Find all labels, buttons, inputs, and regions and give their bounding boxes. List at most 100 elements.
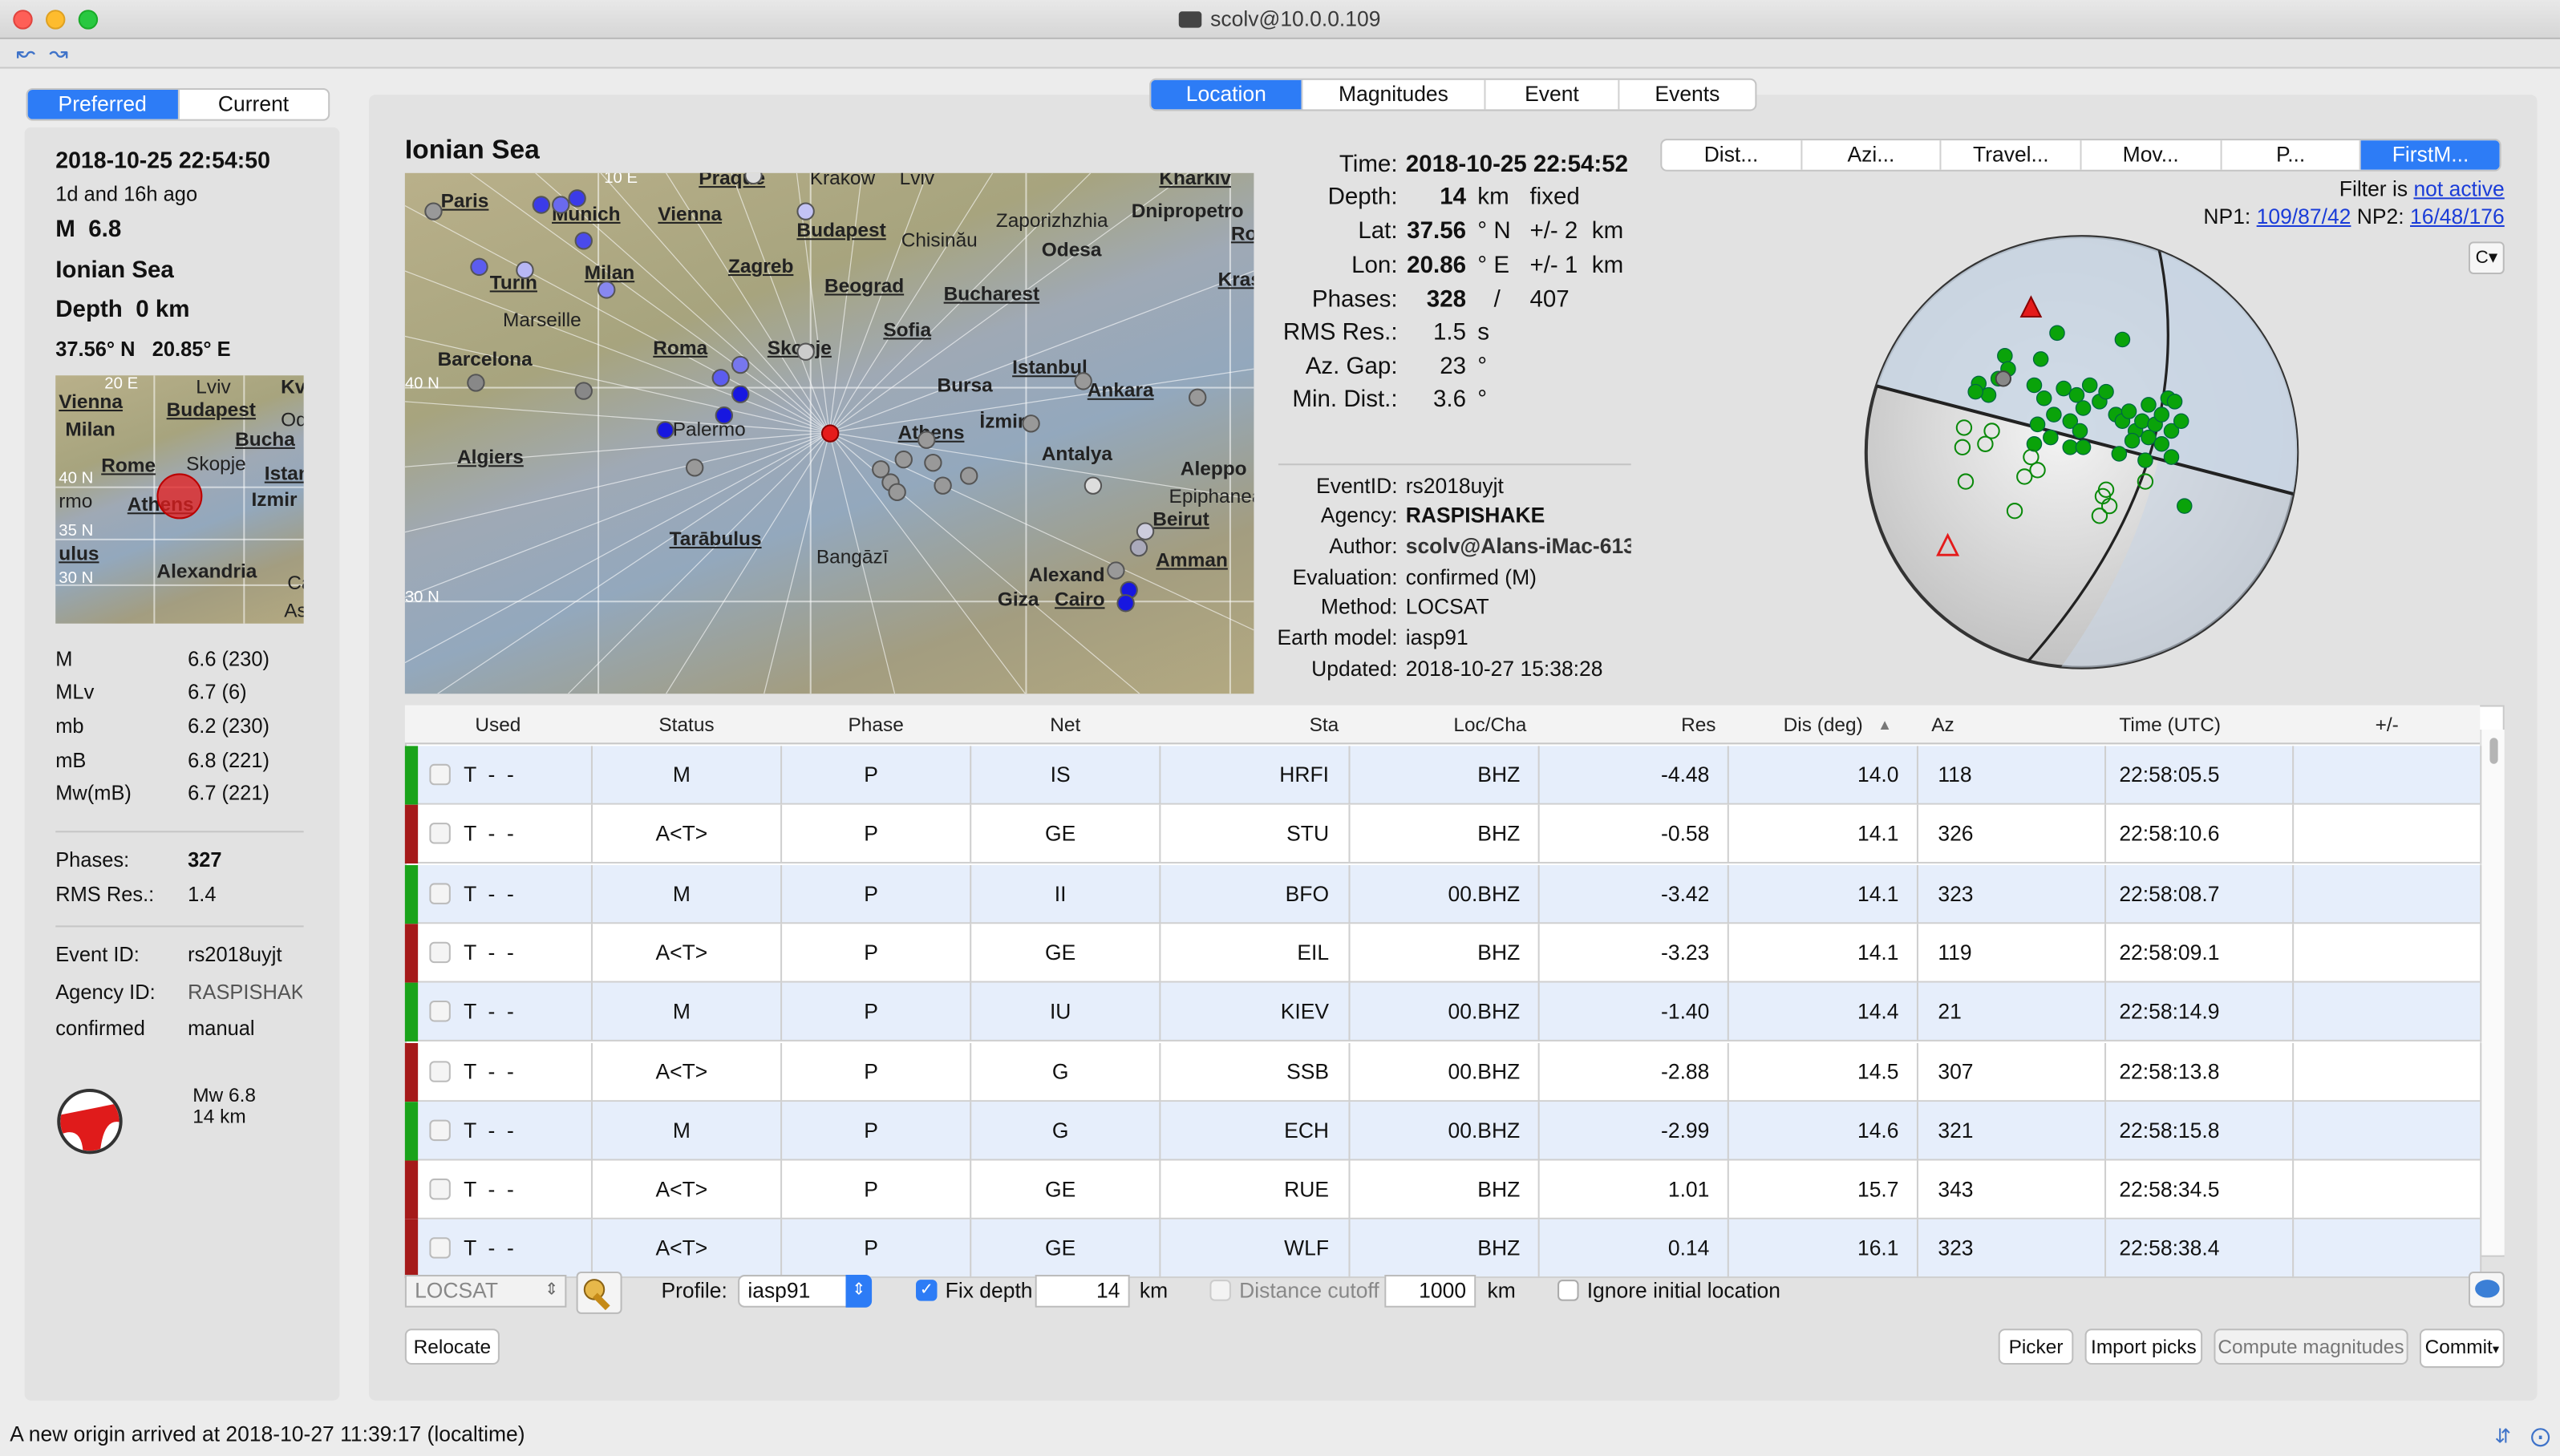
cell-divider [1537, 1101, 1540, 1161]
row-used-checkbox[interactable] [429, 823, 451, 845]
station-marker[interactable] [597, 281, 616, 299]
row-used-checkbox[interactable] [429, 1060, 451, 1082]
tab-moveout-plot[interactable]: Mov... [2082, 140, 2222, 170]
col-loccha[interactable]: Loc/Cha [1351, 706, 1526, 745]
tab-events[interactable]: Events [1619, 80, 1755, 110]
col-res[interactable]: Res [1540, 706, 1715, 745]
station-marker[interactable] [470, 257, 488, 277]
tab-location[interactable]: Location [1151, 79, 1303, 110]
picker-button[interactable]: Picker [1998, 1329, 2074, 1365]
distance-cutoff-input[interactable]: 1000 [1384, 1275, 1476, 1308]
tab-current[interactable]: Current [179, 90, 328, 119]
mini-map[interactable]: Vienna Budapest Milan Rome Skopje Bucha … [55, 375, 304, 624]
station-marker[interactable] [574, 382, 593, 400]
col-net[interactable]: Net [971, 706, 1159, 745]
tab-azimuth-plot[interactable]: Azi... [1802, 140, 1942, 170]
row-used-checkbox[interactable] [429, 1119, 451, 1141]
station-marker[interactable] [959, 467, 978, 485]
tab-firstmotion-plot[interactable]: FirstM... [2361, 140, 2500, 170]
station-marker[interactable] [796, 342, 815, 361]
col-dis[interactable]: Dis (deg) [1729, 706, 1863, 745]
back-arrow-icon[interactable]: ↜ [16, 39, 35, 67]
row-used-checkbox[interactable] [429, 1238, 451, 1260]
station-marker[interactable] [568, 189, 586, 208]
col-phase[interactable]: Phase [782, 706, 970, 745]
forward-arrow-icon[interactable]: ↝ [49, 39, 68, 67]
row-used-checkbox[interactable] [429, 1179, 451, 1200]
divider [55, 925, 304, 928]
station-marker[interactable] [715, 406, 734, 425]
fix-depth-checkbox[interactable]: ✓ [916, 1280, 938, 1301]
col-sta[interactable]: Sta [1161, 706, 1339, 745]
station-marker[interactable] [1084, 476, 1103, 495]
station-marker[interactable] [552, 196, 570, 214]
station-marker[interactable] [1188, 388, 1207, 406]
station-marker[interactable] [731, 385, 750, 403]
tab-magnitudes[interactable]: Magnitudes [1302, 79, 1486, 110]
comment-button[interactable] [2468, 1271, 2505, 1308]
station-marker[interactable] [574, 232, 593, 250]
station-marker[interactable] [424, 202, 443, 220]
col-time[interactable]: Time (UTC) [2119, 706, 2283, 745]
station-marker[interactable] [467, 374, 485, 392]
station-marker[interactable] [1129, 538, 1148, 557]
tab-preferred[interactable]: Preferred [27, 89, 179, 119]
station-marker[interactable] [924, 453, 942, 472]
tab-distance-plot[interactable]: Dist... [1662, 140, 1802, 170]
station-marker[interactable] [711, 369, 730, 387]
row-used-checkbox[interactable] [429, 941, 451, 963]
station-marker[interactable] [917, 431, 936, 449]
commit-button[interactable]: Commit▾ [2419, 1329, 2505, 1369]
lon-unit: ° E [1477, 253, 1510, 280]
scrollbar-thumb[interactable] [2489, 738, 2498, 764]
col-status[interactable]: Status [593, 706, 780, 745]
depth-fixed: fixed [1529, 184, 1580, 211]
tab-event[interactable]: Event [1485, 79, 1620, 110]
row-used: T - - [464, 999, 514, 1024]
profile-select[interactable]: iasp91 ⇕ [738, 1275, 873, 1308]
cell-az: 321 [1938, 1118, 1974, 1143]
station-marker[interactable] [1022, 415, 1040, 433]
col-used[interactable]: Used [405, 706, 591, 745]
location-map[interactable]: Paris Munich Vienna Praque Krakow Lviv K… [404, 172, 1254, 694]
station-marker[interactable] [888, 483, 906, 502]
station-marker[interactable] [796, 202, 815, 220]
station-marker[interactable] [1107, 561, 1125, 580]
station-marker[interactable] [516, 261, 534, 280]
np1-link[interactable]: 109/87/42 [2257, 204, 2351, 229]
row-used-checkbox[interactable] [429, 1001, 451, 1022]
station-marker[interactable] [685, 459, 704, 477]
filter-link[interactable]: not active [2413, 176, 2504, 201]
row-used-checkbox[interactable] [429, 763, 451, 786]
np2-link[interactable]: 16/48/176 [2410, 204, 2505, 229]
tab-p-plot[interactable]: P... [2222, 140, 2362, 170]
col-plusminus[interactable]: +/- [2294, 706, 2480, 745]
station-marker[interactable] [1074, 372, 1092, 390]
cell-divider [1916, 1041, 1918, 1102]
compute-magnitudes-button[interactable]: Compute magnitudes [2214, 1329, 2408, 1365]
map-label: Giza [997, 587, 1039, 611]
tab-traveltime-plot[interactable]: Travel... [1942, 140, 2082, 170]
ignore-initial-checkbox[interactable] [1557, 1280, 1579, 1301]
table-scrollbar[interactable] [2480, 730, 2505, 1256]
plot-options-icon[interactable]: C▾ [2468, 241, 2505, 275]
cell-divider [1159, 1160, 1161, 1220]
first-motion-plot[interactable] [1861, 232, 2303, 673]
station-marker[interactable] [894, 450, 913, 469]
relocate-button[interactable]: Relocate [404, 1329, 500, 1365]
row-used-checkbox[interactable] [429, 882, 451, 904]
station-marker[interactable] [532, 196, 551, 214]
station-marker[interactable] [1136, 522, 1155, 540]
event-age: 1d and 16h ago [55, 183, 198, 206]
distance-cutoff-checkbox[interactable] [1209, 1280, 1231, 1301]
station-marker[interactable] [1116, 594, 1135, 613]
locator-select[interactable]: LOCSAT ⇕ [404, 1275, 567, 1308]
cell-divider [1727, 805, 1729, 864]
station-marker[interactable] [934, 476, 952, 495]
fix-depth-input[interactable]: 14 [1035, 1275, 1130, 1308]
import-picks-button[interactable]: Import picks [2084, 1329, 2203, 1365]
col-az[interactable]: Az [1931, 706, 2095, 745]
station-marker[interactable] [656, 421, 674, 439]
station-marker[interactable] [731, 355, 750, 374]
locator-settings-button[interactable] [576, 1271, 622, 1314]
